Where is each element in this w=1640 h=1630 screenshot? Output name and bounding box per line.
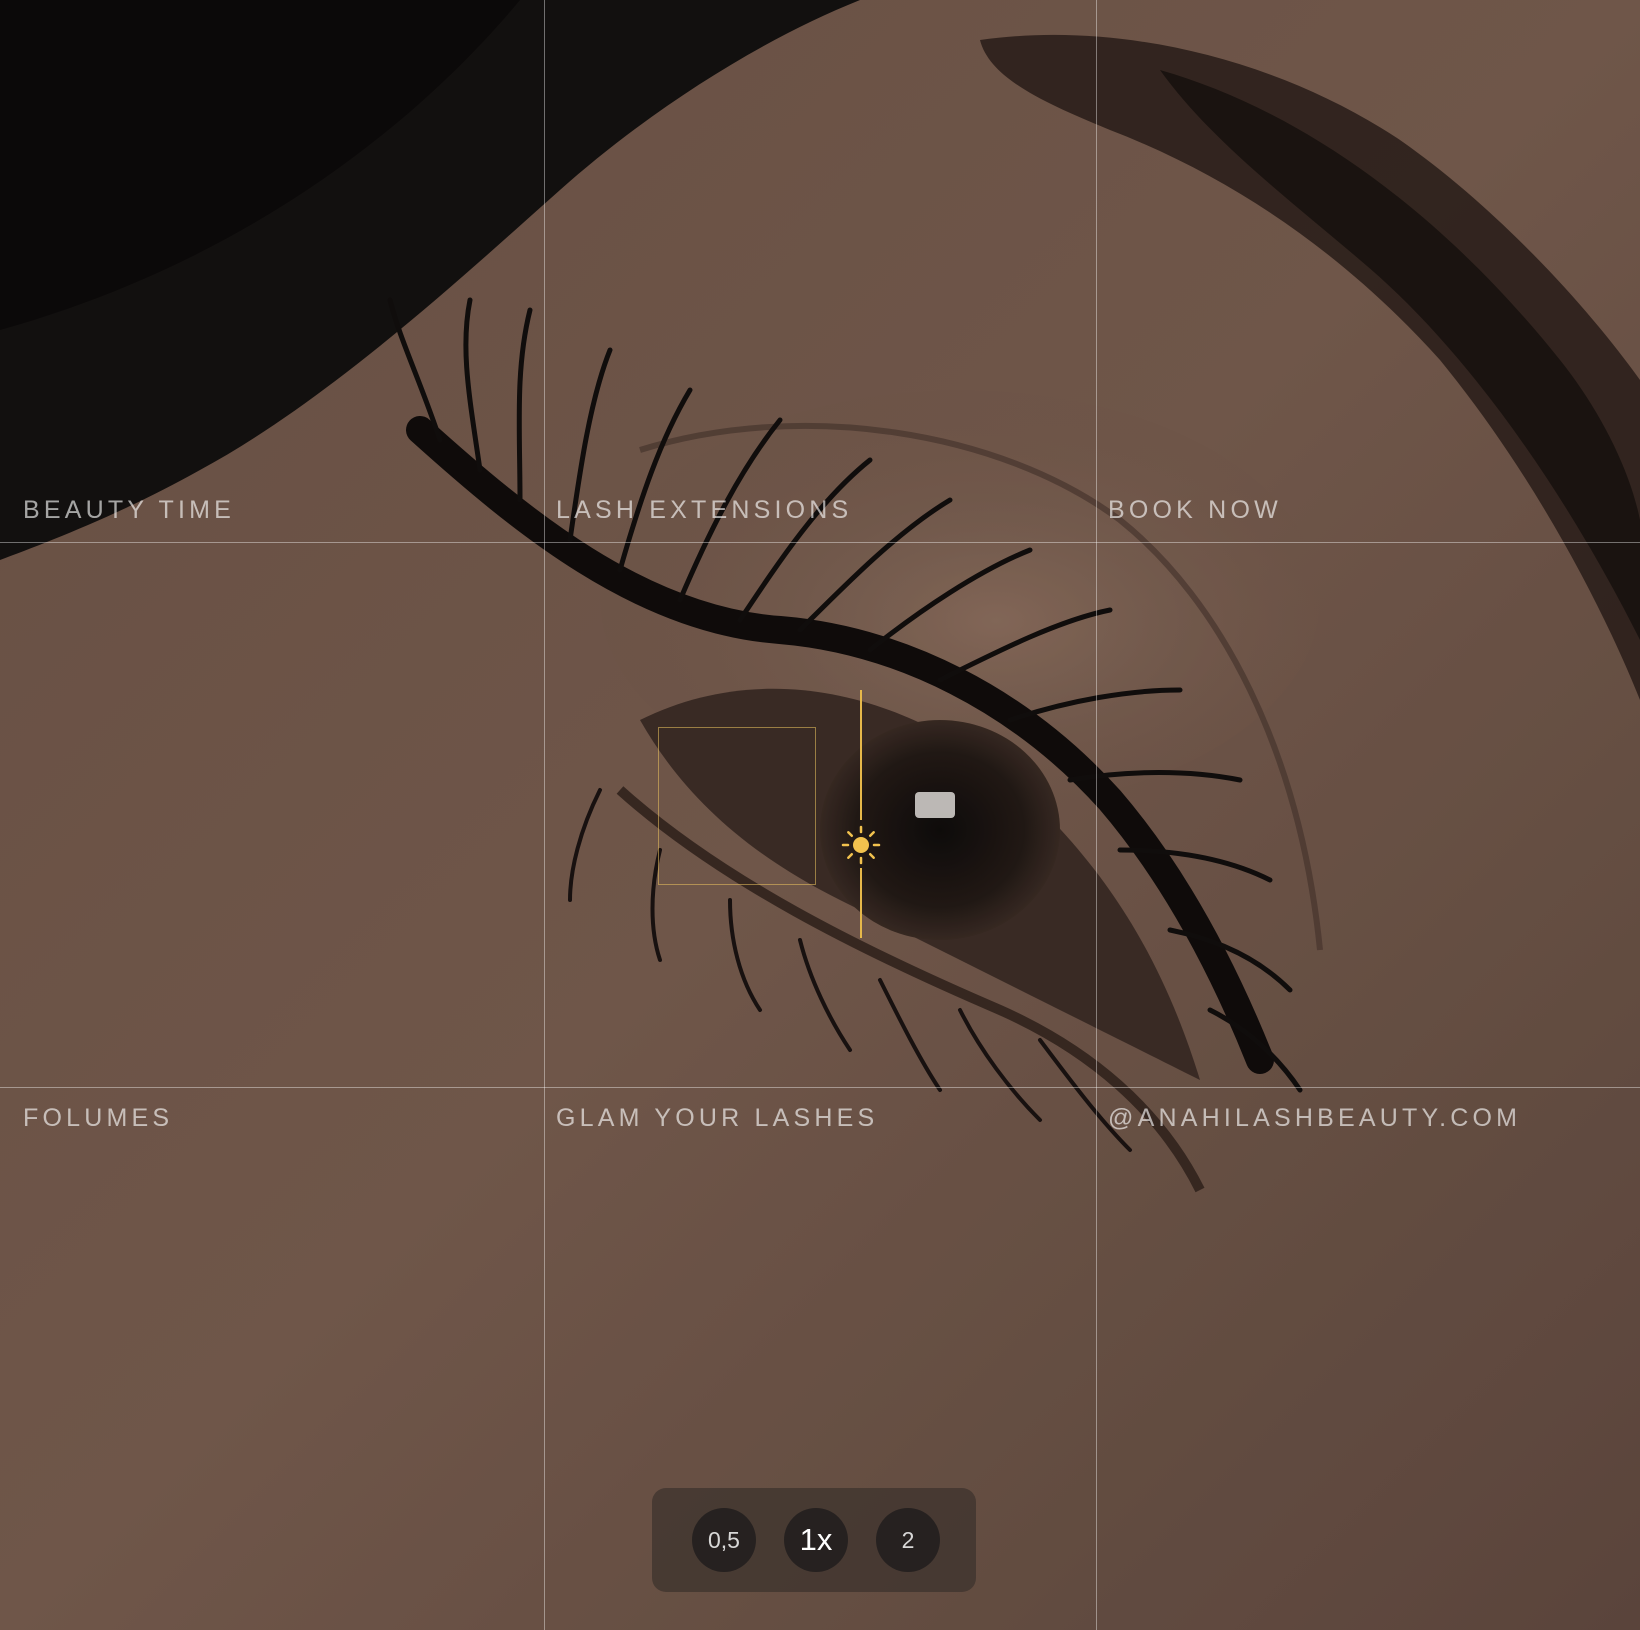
- grid-label-bottom-left: FOLUMES: [23, 1104, 174, 1132]
- grid-line-vertical-2: [1096, 0, 1097, 1630]
- grid-label-top-right: BOOK NOW: [1108, 496, 1282, 524]
- exposure-slider-track-top[interactable]: [860, 690, 862, 820]
- zoom-2-button[interactable]: 2: [876, 1508, 940, 1572]
- focus-box[interactable]: [658, 727, 816, 885]
- sun-icon[interactable]: [840, 824, 882, 866]
- camera-viewfinder[interactable]: BEAUTY TIME LASH EXTENSIONS BOOK NOW FOL…: [0, 0, 1640, 1630]
- grid-label-top-center: LASH EXTENSIONS: [556, 496, 853, 524]
- exposure-slider-track-bottom[interactable]: [860, 868, 862, 938]
- grid-label-top-left: BEAUTY TIME: [23, 496, 235, 524]
- zoom-selector: 0,5 1x 2: [652, 1488, 976, 1592]
- zoom-1x-button[interactable]: 1x: [784, 1508, 848, 1572]
- zoom-0-5-button[interactable]: 0,5: [692, 1508, 756, 1572]
- grid-line-vertical-1: [544, 0, 545, 1630]
- grid-label-bottom-center: GLAM YOUR LASHES: [556, 1104, 879, 1132]
- eye-photo: [0, 0, 1640, 1630]
- grid-label-bottom-right: @ANAHILASHBEAUTY.COM: [1108, 1104, 1522, 1132]
- grid-line-horizontal-1: [0, 542, 1640, 543]
- grid-line-horizontal-2: [0, 1087, 1640, 1088]
